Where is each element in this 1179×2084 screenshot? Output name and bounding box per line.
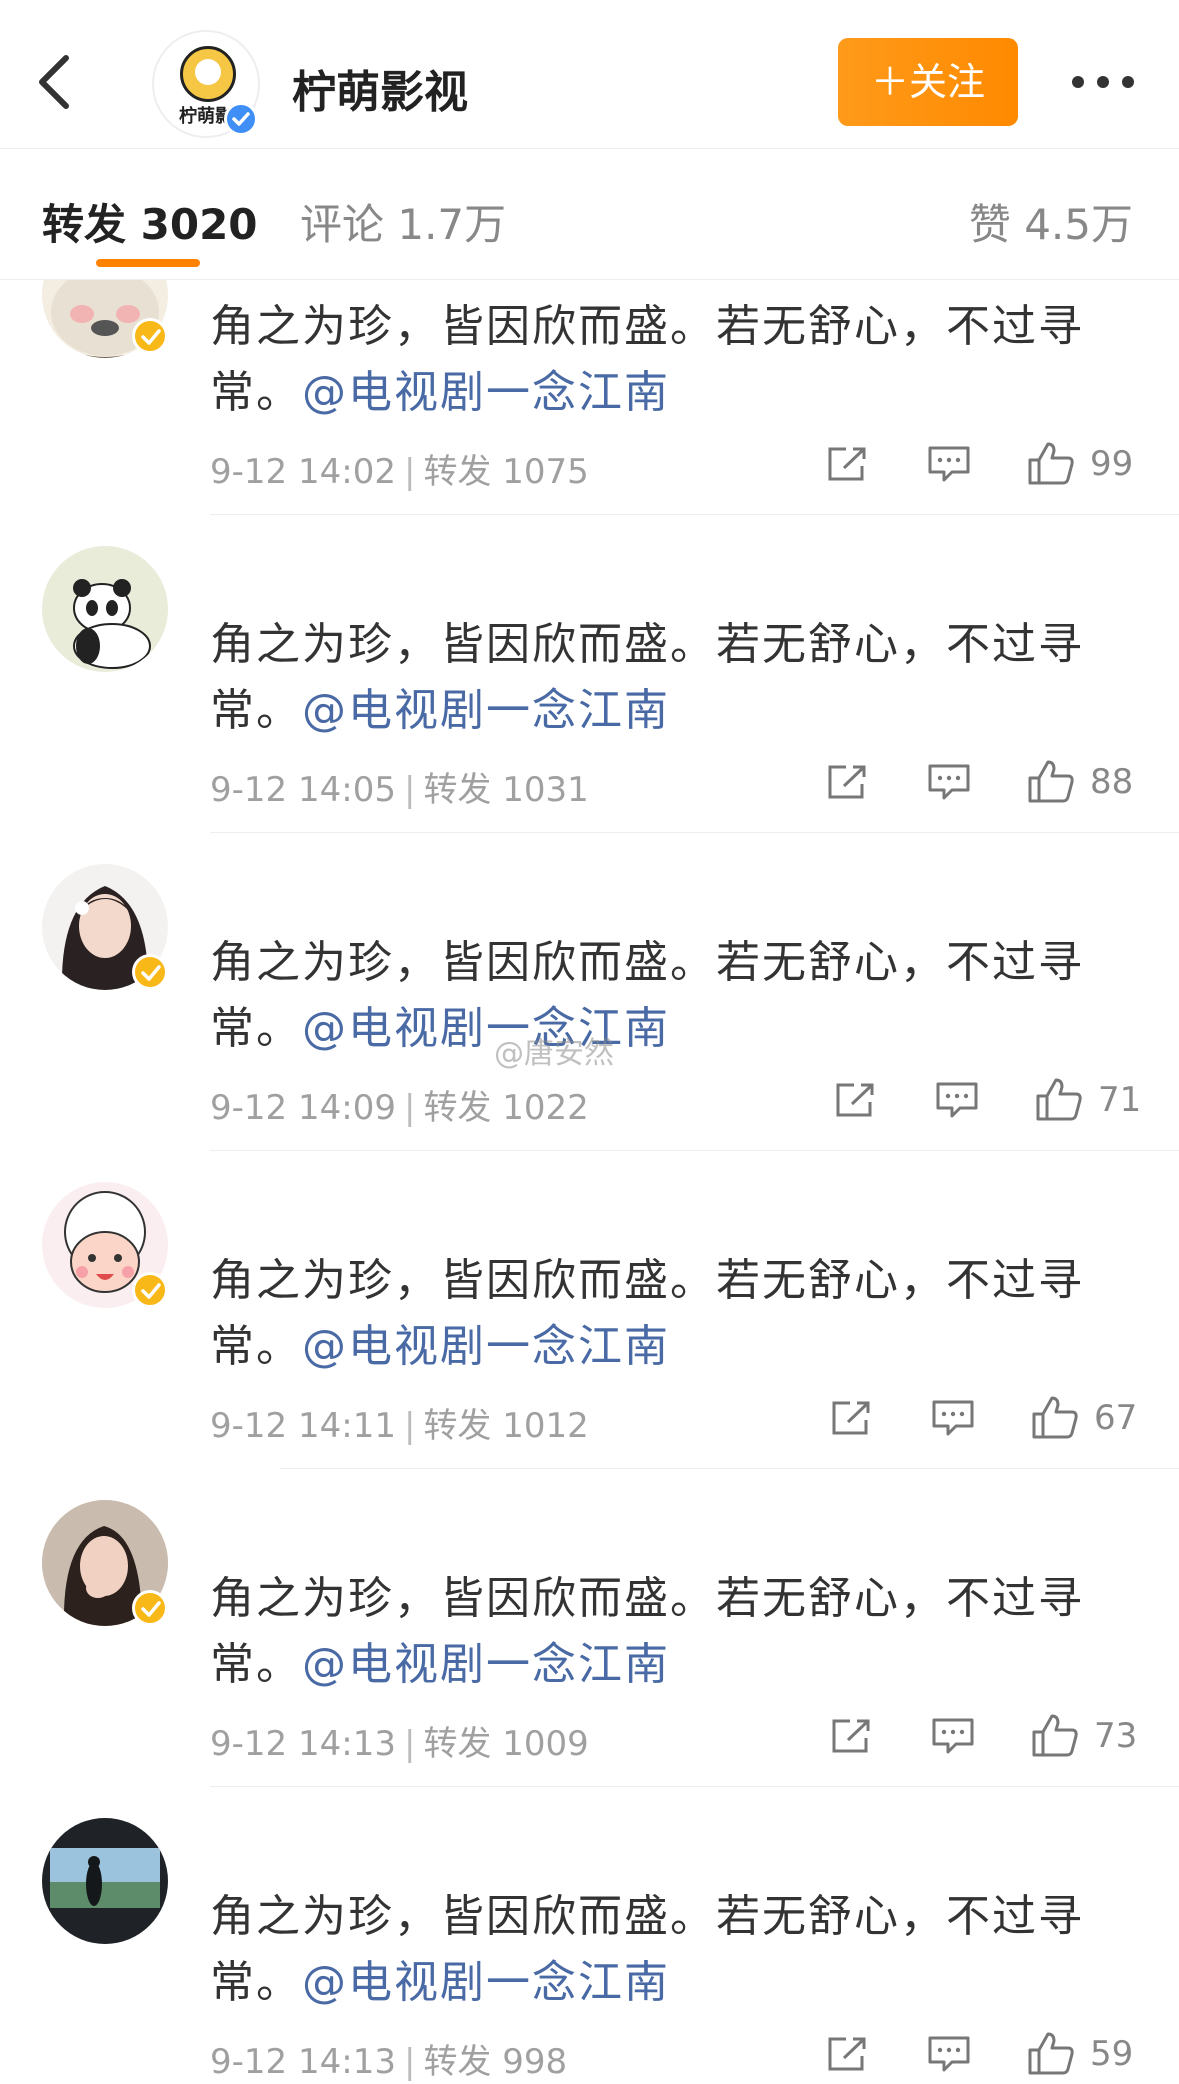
comment-icon[interactable]: [926, 444, 972, 484]
repost-count: 转发 1009: [423, 1724, 589, 1764]
divider: [210, 832, 1179, 833]
like-count: 71: [1098, 1080, 1142, 1120]
mention-link[interactable]: @电视剧一念江南: [302, 1321, 670, 1372]
divider: [280, 1468, 1179, 1469]
repost-count: 转发 998: [423, 2042, 568, 2082]
share-icon[interactable]: [824, 444, 870, 484]
mention-link[interactable]: @电视剧一念江南: [302, 1957, 670, 2008]
like-icon[interactable]: [1030, 1712, 1080, 1758]
list-item[interactable]: 角之为珍，皆因欣而盛。若无舒心，不过寻常。@电视剧一念江南 9-12 14:13…: [0, 1818, 1179, 2084]
repost-count: 转发 1031: [423, 770, 589, 810]
post-meta: 9-12 14:02 | 转发 1075: [210, 452, 589, 492]
comment-icon[interactable]: [934, 1080, 980, 1120]
repost-count: 转发 1075: [423, 452, 589, 492]
avatar[interactable]: [42, 546, 168, 672]
comment-icon[interactable]: [926, 2034, 972, 2074]
like-icon[interactable]: [1026, 758, 1076, 804]
more-icon[interactable]: [1068, 72, 1138, 92]
like-count: 67: [1094, 1398, 1138, 1438]
post-meta: 9-12 14:13 | 转发 998: [210, 2042, 568, 2082]
mention-link[interactable]: @电视剧一念江南: [302, 685, 670, 736]
like-icon[interactable]: [1030, 1394, 1080, 1440]
verified-badge-icon: [132, 1590, 168, 1626]
like-count: 73: [1094, 1716, 1138, 1756]
tab-like[interactable]: 赞 4.5万: [969, 191, 1133, 252]
post-meta: 9-12 14:13 | 转发 1009: [210, 1724, 589, 1764]
timestamp: 9-12 14:13: [210, 1724, 396, 1764]
timestamp: 9-12 14:13: [210, 2042, 396, 2082]
post-text: 角之为珍，皆因欣而盛。若无舒心，不过寻常。@电视剧一念江南: [210, 619, 1084, 736]
tab-bar: 转发 3020 评论 1.7万 赞 4.5万: [0, 149, 1179, 279]
repost-count: 转发 1012: [423, 1406, 589, 1446]
timestamp: 9-12 14:02: [210, 452, 396, 492]
post-meta: 9-12 14:05 | 转发 1031: [210, 770, 589, 810]
verified-badge-icon: [224, 102, 258, 136]
mention-link[interactable]: @电视剧一念江南: [302, 1003, 670, 1054]
account-name[interactable]: 柠萌影视: [292, 56, 468, 120]
comment-icon[interactable]: [926, 762, 972, 802]
list-item[interactable]: 角之为珍，皆因欣而盛。若无舒心，不过寻常。@电视剧一念江南 9-12 14:11…: [0, 1182, 1179, 1500]
verified-badge-icon: [132, 1272, 168, 1308]
post-text: 角之为珍，皆因欣而盛。若无舒心，不过寻常。@电视剧一念江南: [210, 1891, 1084, 2008]
top-bar: 柠萌影 柠萌影视 ＋关注: [0, 0, 1179, 148]
post-meta: 9-12 14:11 | 转发 1012: [210, 1406, 589, 1446]
post-text: 角之为珍，皆因欣而盛。若无舒心，不过寻常。@电视剧一念江南: [210, 1255, 1084, 1372]
like-count: 88: [1090, 762, 1134, 802]
lemon-logo-icon: [180, 46, 236, 102]
repost-list: 角之为珍，皆因欣而盛。若无舒心，不过寻常。@电视剧一念江南 9-12 14:02…: [0, 280, 1179, 2084]
divider: [210, 514, 1179, 515]
share-icon[interactable]: [824, 2034, 870, 2074]
divider: [210, 1150, 1179, 1151]
share-icon[interactable]: [824, 762, 870, 802]
verified-badge-icon: [132, 318, 168, 354]
post-text: 角之为珍，皆因欣而盛。若无舒心，不过寻常。@电视剧一念江南: [210, 301, 1084, 418]
like-icon[interactable]: [1026, 2030, 1076, 2076]
verified-badge-icon: [132, 954, 168, 990]
list-item[interactable]: 角之为珍，皆因欣而盛。若无舒心，不过寻常。@电视剧一念江南 9-12 14:13…: [0, 1500, 1179, 1818]
back-arrow-icon[interactable]: [34, 52, 74, 112]
timestamp: 9-12 14:11: [210, 1406, 396, 1446]
list-item[interactable]: 角之为珍，皆因欣而盛。若无舒心，不过寻常。@电视剧一念江南 9-12 14:09…: [0, 864, 1179, 1182]
share-icon[interactable]: [828, 1398, 874, 1438]
mention-link[interactable]: @电视剧一念江南: [302, 1639, 670, 1690]
comment-icon[interactable]: [930, 1398, 976, 1438]
share-icon[interactable]: [828, 1716, 874, 1756]
post-meta: 9-12 14:09 | 转发 1022: [210, 1088, 589, 1128]
timestamp: 9-12 14:05: [210, 770, 396, 810]
like-icon[interactable]: [1034, 1076, 1084, 1122]
tab-repost[interactable]: 转发 3020: [42, 191, 258, 252]
like-icon[interactable]: [1026, 440, 1076, 486]
mention-link[interactable]: @电视剧一念江南: [302, 367, 670, 418]
share-icon[interactable]: [832, 1080, 878, 1120]
like-count: 59: [1090, 2034, 1134, 2074]
active-tab-indicator: [96, 259, 200, 267]
divider: [210, 1786, 1179, 1787]
tab-comment[interactable]: 评论 1.7万: [300, 191, 506, 252]
post-text: 角之为珍，皆因欣而盛。若无舒心，不过寻常。@电视剧一念江南: [210, 1573, 1084, 1690]
post-text: 角之为珍，皆因欣而盛。若无舒心，不过寻常。@电视剧一念江南: [210, 937, 1084, 1054]
follow-button[interactable]: ＋关注: [838, 38, 1018, 126]
watermark: @唐安然: [494, 1036, 614, 1071]
list-item[interactable]: 角之为珍，皆因欣而盛。若无舒心，不过寻常。@电视剧一念江南 9-12 14:05…: [0, 546, 1179, 864]
comment-icon[interactable]: [930, 1716, 976, 1756]
like-count: 99: [1090, 444, 1134, 484]
repost-count: 转发 1022: [423, 1088, 589, 1128]
timestamp: 9-12 14:09: [210, 1088, 396, 1128]
avatar[interactable]: [42, 1818, 168, 1944]
